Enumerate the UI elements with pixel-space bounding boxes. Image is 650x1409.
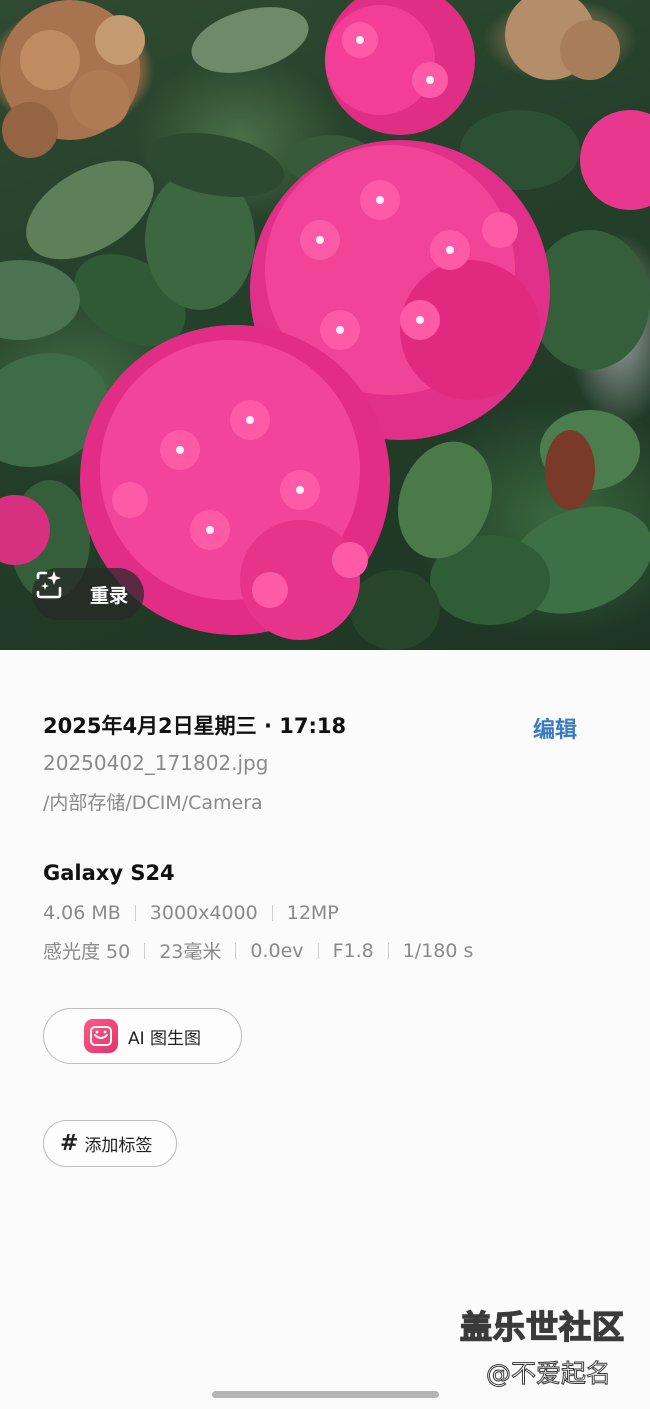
add-tag-button[interactable]: # 添加标签 — [43, 1120, 177, 1167]
hydrangea-photo — [0, 0, 650, 650]
divider — [387, 942, 389, 959]
ai-button-label: AI 图生图 — [128, 1028, 202, 1049]
watermark-username: @不爱起名 — [485, 1359, 612, 1389]
resolution: 3000x4000 — [149, 902, 258, 924]
file-name: 20250402_171802.jpg — [43, 751, 269, 775]
exposure-value: 0.0ev — [250, 939, 304, 962]
photo-viewer[interactable]: 重录 — [0, 0, 650, 650]
file-path: /内部存储/DCIM/Camera — [43, 792, 263, 814]
ai-image-app-icon — [84, 1019, 118, 1053]
sparkle-frame-icon — [36, 571, 82, 612]
file-info-row: 4.06 MB 3000x4000 12MP — [43, 902, 339, 924]
device-name: Galaxy S24 — [43, 861, 175, 885]
ai-image-to-image-button[interactable]: AI 图生图 — [43, 1008, 242, 1064]
divider — [235, 942, 237, 959]
iso-value: 感光度 50 — [43, 941, 131, 963]
file-size: 4.06 MB — [43, 902, 121, 924]
divider — [144, 942, 146, 959]
hashtag-icon: # — [60, 1130, 79, 1156]
camera-info-row: 感光度 50 23毫米 0.0ev F1.8 1/180 s — [43, 937, 473, 964]
watermark-community: 盖乐世社区 — [459, 1307, 626, 1347]
divider — [134, 905, 136, 921]
recapture-label: 重录 — [90, 584, 129, 607]
details-panel: 2025年4月2日星期三 · 17:18 编辑 20250402_171802.… — [0, 650, 650, 1409]
divider — [317, 942, 319, 959]
home-indicator[interactable] — [212, 1391, 439, 1398]
recapture-button[interactable]: 重录 — [32, 568, 144, 620]
divider — [271, 905, 273, 921]
photo-datetime: 2025年4月2日星期三 · 17:18 — [43, 714, 347, 738]
aperture: F1.8 — [332, 939, 374, 962]
edit-button[interactable]: 编辑 — [533, 712, 577, 744]
shutter-speed: 1/180 s — [402, 939, 474, 962]
megapixels: 12MP — [286, 902, 339, 924]
add-tag-label: 添加标签 — [84, 1136, 153, 1156]
focal-length: 23毫米 — [159, 941, 222, 963]
